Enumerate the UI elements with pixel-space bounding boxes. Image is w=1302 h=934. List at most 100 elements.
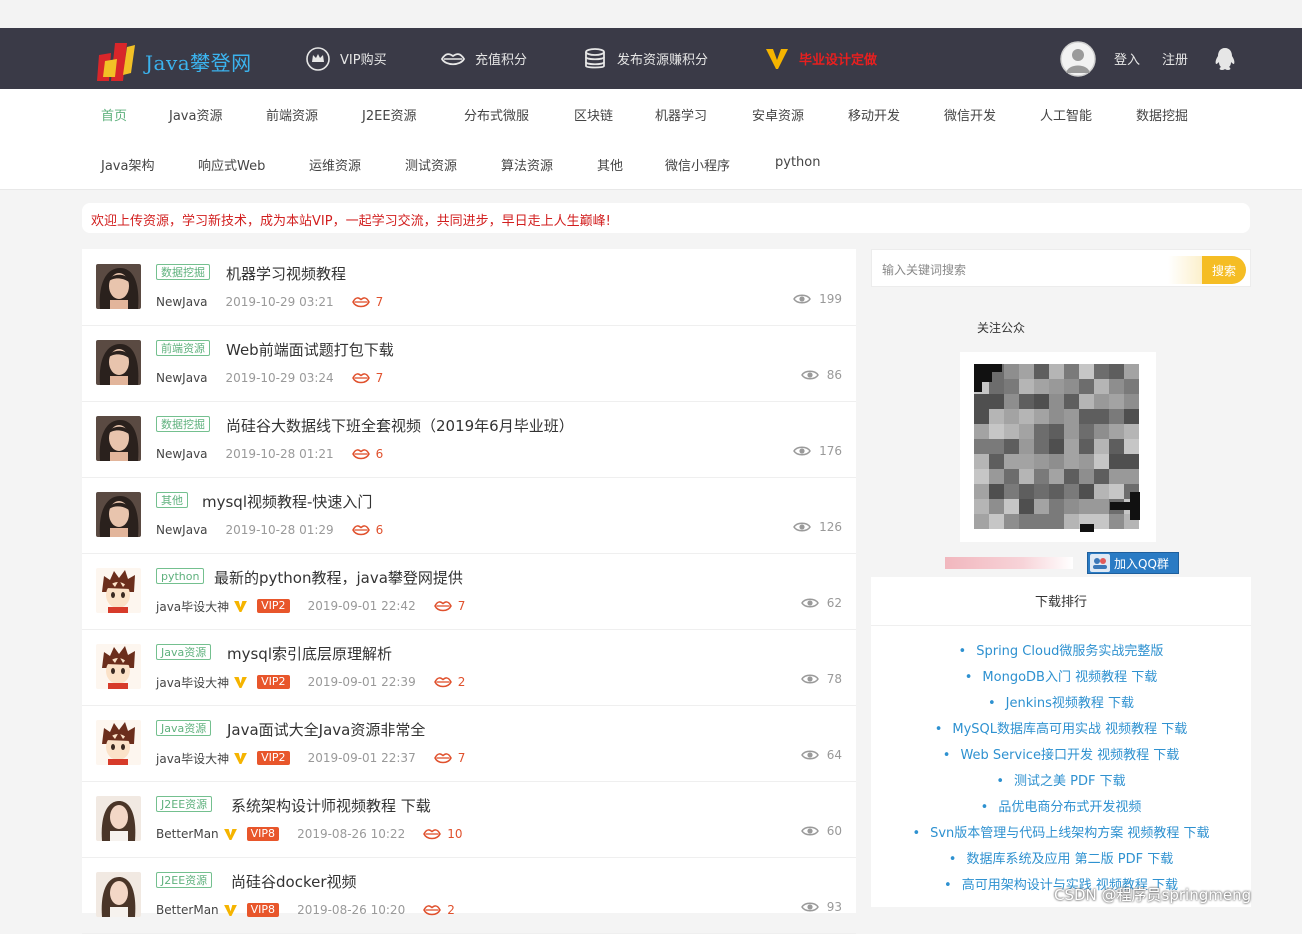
author-avatar[interactable] [96,416,141,461]
list-item[interactable]: 前端资源 Web前端面试题打包下载 NewJava 2019-10-29 03:… [82,325,856,402]
category-home[interactable]: 首页 [101,105,127,124]
likes[interactable]: 6 [352,523,383,537]
likes[interactable]: 7 [352,295,383,309]
author-name[interactable]: BetterMan [156,827,219,841]
category-distributed[interactable]: 分布式微服 [464,105,529,124]
category-responsive-web[interactable]: 响应式Web [198,155,265,174]
author-name[interactable]: java毕设大神 [156,750,229,767]
category-ai[interactable]: 人工智能 [1040,105,1092,124]
ranking-item[interactable]: 品优电商分布式开发视频 [871,796,1251,815]
category-testing[interactable]: 测试资源 [405,155,457,174]
post-title[interactable]: 尚硅谷大数据线下班全套视频（2019年6月毕业班） [226,415,574,436]
likes[interactable]: 2 [434,675,465,689]
ranking-item[interactable]: Svn版本管理与代码上线架构方案 视频教程 下载 [871,822,1251,841]
post-title[interactable]: mysql视频教程-快速入门 [202,491,372,512]
category-android[interactable]: 安卓资源 [752,105,804,124]
ranking-item[interactable]: Spring Cloud微服务实战完整版 [871,640,1251,659]
category-ops[interactable]: 运维资源 [309,155,361,174]
post-title[interactable]: 最新的python教程，java攀登网提供 [214,567,463,588]
category-tag[interactable]: J2EE资源 [156,872,213,888]
author-avatar[interactable] [96,796,141,841]
author-avatar[interactable] [96,720,141,765]
nav-publish-resource[interactable]: 发布资源赚积分 [583,28,708,89]
category-tag[interactable]: 前端资源 [156,340,210,356]
category-mini-program[interactable]: 微信小程序 [665,155,730,174]
category-frontend[interactable]: 前端资源 [266,105,318,124]
category-tag[interactable]: J2EE资源 [156,796,213,812]
list-item[interactable]: Java资源 Java面试大全Java资源非常全 java毕设大神 VIP2 2… [82,705,856,782]
post-title[interactable]: mysql索引底层原理解析 [227,643,392,664]
views: 86 [801,368,842,382]
category-mobile[interactable]: 移动开发 [848,105,900,124]
post-title[interactable]: 尚硅谷docker视频 [231,871,357,892]
author-avatar[interactable] [96,492,141,537]
likes[interactable]: 7 [434,751,465,765]
author-name[interactable]: BetterMan [156,903,219,917]
author-name[interactable]: NewJava [156,371,208,385]
qq-penguin-icon[interactable] [1214,28,1236,89]
list-item[interactable]: 其他 mysql视频教程-快速入门 NewJava 2019-10-28 01:… [82,477,856,554]
category-python[interactable]: python [775,155,820,170]
post-title[interactable]: Java面试大全Java资源非常全 [227,719,425,740]
list-item[interactable]: 数据挖掘 机器学习视频教程 NewJava 2019-10-29 03:21 7… [82,249,856,326]
category-j2ee[interactable]: J2EE资源 [362,105,417,124]
site-logo[interactable]: Java攀登网 [97,41,251,81]
category-algorithms[interactable]: 算法资源 [501,155,553,174]
ranking-item[interactable]: 数据库系统及应用 第二版 PDF 下载 [871,848,1251,867]
category-wechat[interactable]: 微信开发 [944,105,996,124]
list-item[interactable]: Java资源 mysql索引底层原理解析 java毕设大神 VIP2 2019-… [82,629,856,706]
list-item[interactable]: 数据挖掘 尚硅谷大数据线下班全套视频（2019年6月毕业班） NewJava 2… [82,401,856,478]
category-tag[interactable]: 数据挖掘 [156,416,210,432]
lips-icon [352,448,370,460]
author-name[interactable]: NewJava [156,523,208,537]
nav-recharge-points[interactable]: 充值积分 [441,28,527,89]
category-tag[interactable]: python [156,568,205,584]
post-meta: java毕设大神 VIP2 2019-09-01 22:42 7 [156,598,465,614]
author-name[interactable]: NewJava [156,447,208,461]
user-avatar[interactable] [1060,28,1096,89]
author-name[interactable]: NewJava [156,295,208,309]
category-tag[interactable]: 其他 [156,492,188,508]
join-qq-group-button[interactable]: 加入QQ群 [1087,552,1179,574]
category-blockchain[interactable]: 区块链 [574,105,613,124]
search-input[interactable]: 输入关键词搜索 [882,261,966,278]
author-avatar[interactable] [96,872,141,917]
list-item[interactable]: J2EE资源 尚硅谷docker视频 BetterMan VIP8 2019-0… [82,857,856,934]
likes[interactable]: 6 [352,447,383,461]
post-title[interactable]: 机器学习视频教程 [226,263,346,284]
category-tag[interactable]: 数据挖掘 [156,264,210,280]
post-title[interactable]: Web前端面试题打包下载 [226,339,394,360]
category-tag[interactable]: Java资源 [156,644,212,660]
author-name[interactable]: java毕设大神 [156,674,229,691]
category-java-arch[interactable]: Java架构 [101,155,154,174]
register-link[interactable]: 注册 [1162,28,1188,89]
author-avatar[interactable] [96,568,141,613]
category-machine-learning[interactable]: 机器学习 [655,105,707,124]
likes[interactable]: 7 [434,599,465,613]
author-avatar[interactable] [96,340,141,385]
ranking-item[interactable]: MongoDB入门 视频教程 下载 [871,666,1251,685]
ranking-item[interactable]: Jenkins视频教程 下载 [871,692,1251,711]
ranking-item[interactable]: MySQL数据库高可用实战 视频教程 下载 [871,718,1251,737]
list-item[interactable]: python 最新的python教程，java攀登网提供 java毕设大神 VI… [82,553,856,630]
nav-graduation-design[interactable]: 毕业设计定做 [765,28,877,89]
likes[interactable]: 7 [352,371,383,385]
likes[interactable]: 2 [423,903,455,917]
views-count: 176 [819,444,842,458]
search-button[interactable]: 搜索 [1202,256,1246,284]
category-tag[interactable]: Java资源 [156,720,212,736]
category-other[interactable]: 其他 [597,155,623,174]
nav-vip-purchase[interactable]: VIP购买 [306,28,387,89]
lips-icon [434,752,452,764]
author-avatar[interactable] [96,264,141,309]
ranking-item[interactable]: 测试之美 PDF 下载 [871,770,1251,789]
login-link[interactable]: 登入 [1114,28,1140,89]
ranking-item[interactable]: Web Service接口开发 视频教程 下载 [871,744,1251,763]
category-java[interactable]: Java资源 [169,105,222,124]
list-item[interactable]: J2EE资源 系统架构设计师视频教程 下载 BetterMan VIP8 201… [82,781,856,858]
category-data-mining[interactable]: 数据挖掘 [1136,105,1188,124]
author-avatar[interactable] [96,644,141,689]
post-title[interactable]: 系统架构设计师视频教程 下载 [231,795,431,816]
author-name[interactable]: java毕设大神 [156,598,229,615]
likes[interactable]: 10 [423,827,462,841]
